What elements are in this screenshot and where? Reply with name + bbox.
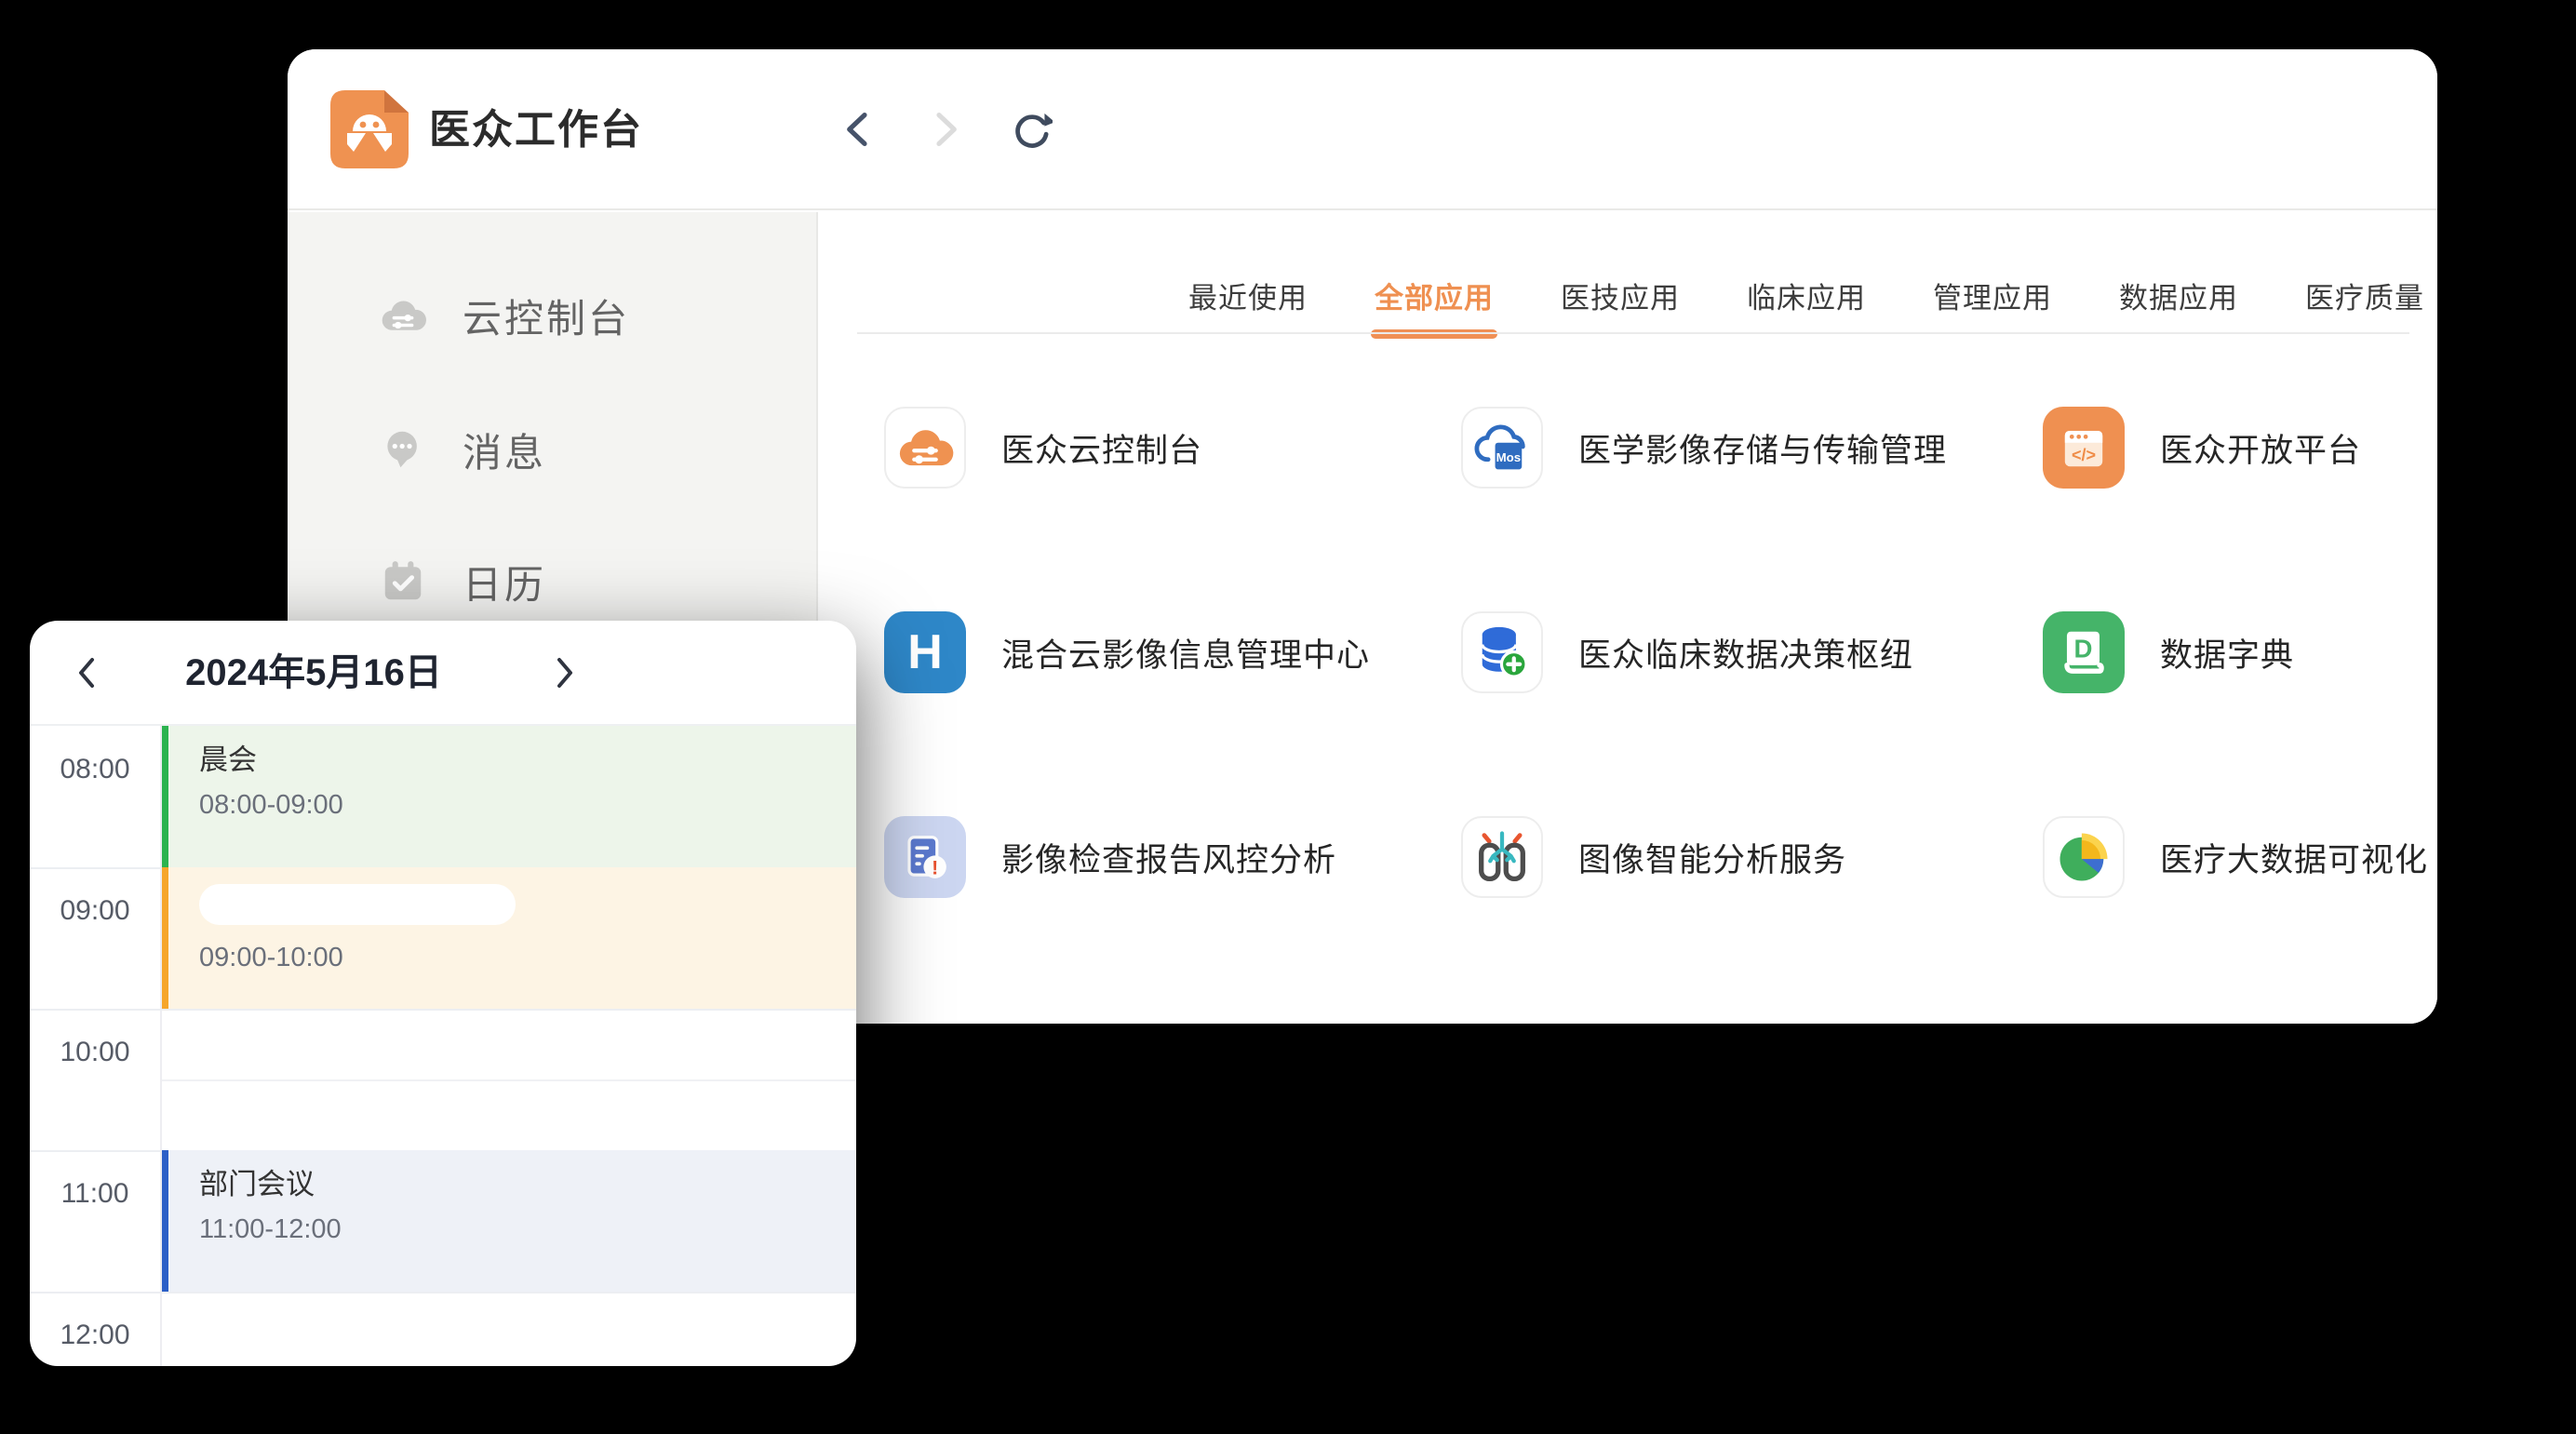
app-title: 医众工作台 <box>429 49 643 210</box>
event-time: 11:00-12:00 <box>199 1213 856 1245</box>
calendar-event-redacted[interactable]: 09:00-10:00 <box>162 867 856 1009</box>
calendar-prev-day-button[interactable] <box>63 649 112 697</box>
app-label: 医众临床数据决策枢纽 <box>1578 629 1913 677</box>
back-button[interactable] <box>833 103 885 155</box>
tab-recently-used[interactable]: 最近使用 <box>1188 279 1308 318</box>
app-label: 医学影像存储与传输管理 <box>1578 424 1947 472</box>
calendar-icon <box>377 556 429 608</box>
lungs-icon <box>1461 816 1543 898</box>
app-category-tabs: 最近使用 全部应用 医技应用 临床应用 管理应用 数据应用 医疗质量 <box>1188 279 2424 318</box>
tab-clinical-apps[interactable]: 临床应用 <box>1747 279 1866 318</box>
calendar-event-department-meeting[interactable]: 部门会议 11:00-12:00 <box>162 1150 856 1292</box>
app-label: 数据字典 <box>2160 629 2294 677</box>
app-image-ai-analysis[interactable]: 图像智能分析服务 <box>1461 816 2019 898</box>
letter-h-glyph: H <box>907 624 943 680</box>
svg-text:D: D <box>2073 634 2092 663</box>
svg-text:!: ! <box>932 857 938 879</box>
calendar-header: 2024年5月16日 <box>30 621 856 726</box>
dictionary-book-icon: D <box>2043 611 2125 693</box>
sidebar-item-label: 日历 <box>463 554 546 610</box>
report-alert-icon: ! <box>884 816 966 898</box>
app-clinical-data-hub[interactable]: 医众临床数据决策枢纽 <box>1461 611 2019 693</box>
app-label: 医疗大数据可视化 <box>2160 834 2428 881</box>
app-label: 医众开放平台 <box>2160 424 2361 472</box>
browser-nav <box>833 103 1056 155</box>
time-label: 12:00 <box>30 1292 160 1351</box>
calendar-event-morning-meeting[interactable]: 晨会 08:00-09:00 <box>162 726 856 867</box>
sidebar-item-calendar[interactable]: 日历 <box>288 540 816 623</box>
event-time: 08:00-09:00 <box>199 789 856 821</box>
refresh-button[interactable] <box>1004 103 1056 155</box>
screen: 医众工作台 <box>0 0 2576 1434</box>
cloud-mos-icon: Mos <box>1461 407 1543 489</box>
tab-management-apps[interactable]: 管理应用 <box>1933 279 2052 318</box>
app-label: 图像智能分析服务 <box>1578 834 1846 881</box>
orange-cloud-sliders-icon <box>884 407 966 489</box>
app-data-dictionary[interactable]: D 数据字典 <box>2043 611 2437 693</box>
app-big-data-visualization[interactable]: 医疗大数据可视化 <box>2043 816 2437 898</box>
app-hybrid-cloud-imaging-center[interactable]: H 混合云影像信息管理中心 <box>884 611 1442 693</box>
apps-panel: 最近使用 全部应用 医技应用 临床应用 管理应用 数据应用 医疗质量 医 <box>818 212 2437 1024</box>
sidebar-item-label: 消息 <box>463 422 546 478</box>
sidebar-item-cloud-console[interactable]: 云控制台 <box>288 274 816 357</box>
tabs-divider <box>857 332 2409 334</box>
time-label: 10:00 <box>30 1009 160 1068</box>
database-plus-icon <box>1461 611 1543 693</box>
calendar-date: 2024年5月16日 <box>141 621 486 726</box>
calendar-day-grid: 08:00 09:00 10:00 11:00 12:00 晨会 08:00-0… <box>30 726 856 1366</box>
event-time: 09:00-10:00 <box>199 942 856 973</box>
time-label: 11:00 <box>30 1150 160 1210</box>
app-label: 医众云控制台 <box>1001 424 1202 472</box>
app-label: 混合云影像信息管理中心 <box>1001 629 1370 677</box>
app-image-storage-transfer[interactable]: Mos 医学影像存储与传输管理 <box>1461 407 2019 489</box>
app-cloud-console[interactable]: 医众云控制台 <box>884 407 1442 489</box>
calendar-panel: 2024年5月16日 08:00 09:00 10:00 11:00 12:00… <box>30 621 856 1366</box>
svg-text:Mos: Mos <box>1496 450 1522 464</box>
half-hour-gridline <box>162 1079 856 1081</box>
app-label: 影像检查报告风控分析 <box>1001 834 1336 881</box>
svg-text:</>: </> <box>2072 446 2096 464</box>
tab-data-apps[interactable]: 数据应用 <box>2119 279 2238 318</box>
tab-medtech-apps[interactable]: 医技应用 <box>1561 279 1680 318</box>
app-logo-icon <box>329 88 410 170</box>
app-report-risk-analysis[interactable]: ! 影像检查报告风控分析 <box>884 816 1442 898</box>
tab-all-apps[interactable]: 全部应用 <box>1375 279 1494 318</box>
message-icon <box>377 423 429 476</box>
pie-chart-icon <box>2043 816 2125 898</box>
cloud-console-icon <box>377 289 429 342</box>
app-open-platform[interactable]: </> 医众开放平台 <box>2043 407 2437 489</box>
calendar-next-day-button[interactable] <box>540 649 588 697</box>
tab-medical-quality[interactable]: 医疗质量 <box>2305 279 2424 318</box>
forward-button[interactable] <box>919 103 971 155</box>
window-header: 医众工作台 <box>288 49 2437 210</box>
event-title: 部门会议 <box>199 1167 856 1202</box>
sidebar-item-messages[interactable]: 消息 <box>288 408 816 491</box>
letter-h-icon: H <box>884 611 966 693</box>
time-label: 08:00 <box>30 726 160 785</box>
time-label: 09:00 <box>30 867 160 927</box>
redacted-event-title <box>199 884 516 925</box>
sidebar-item-label: 云控制台 <box>463 288 630 344</box>
event-title: 晨会 <box>199 743 856 778</box>
code-browser-icon: </> <box>2043 407 2125 489</box>
